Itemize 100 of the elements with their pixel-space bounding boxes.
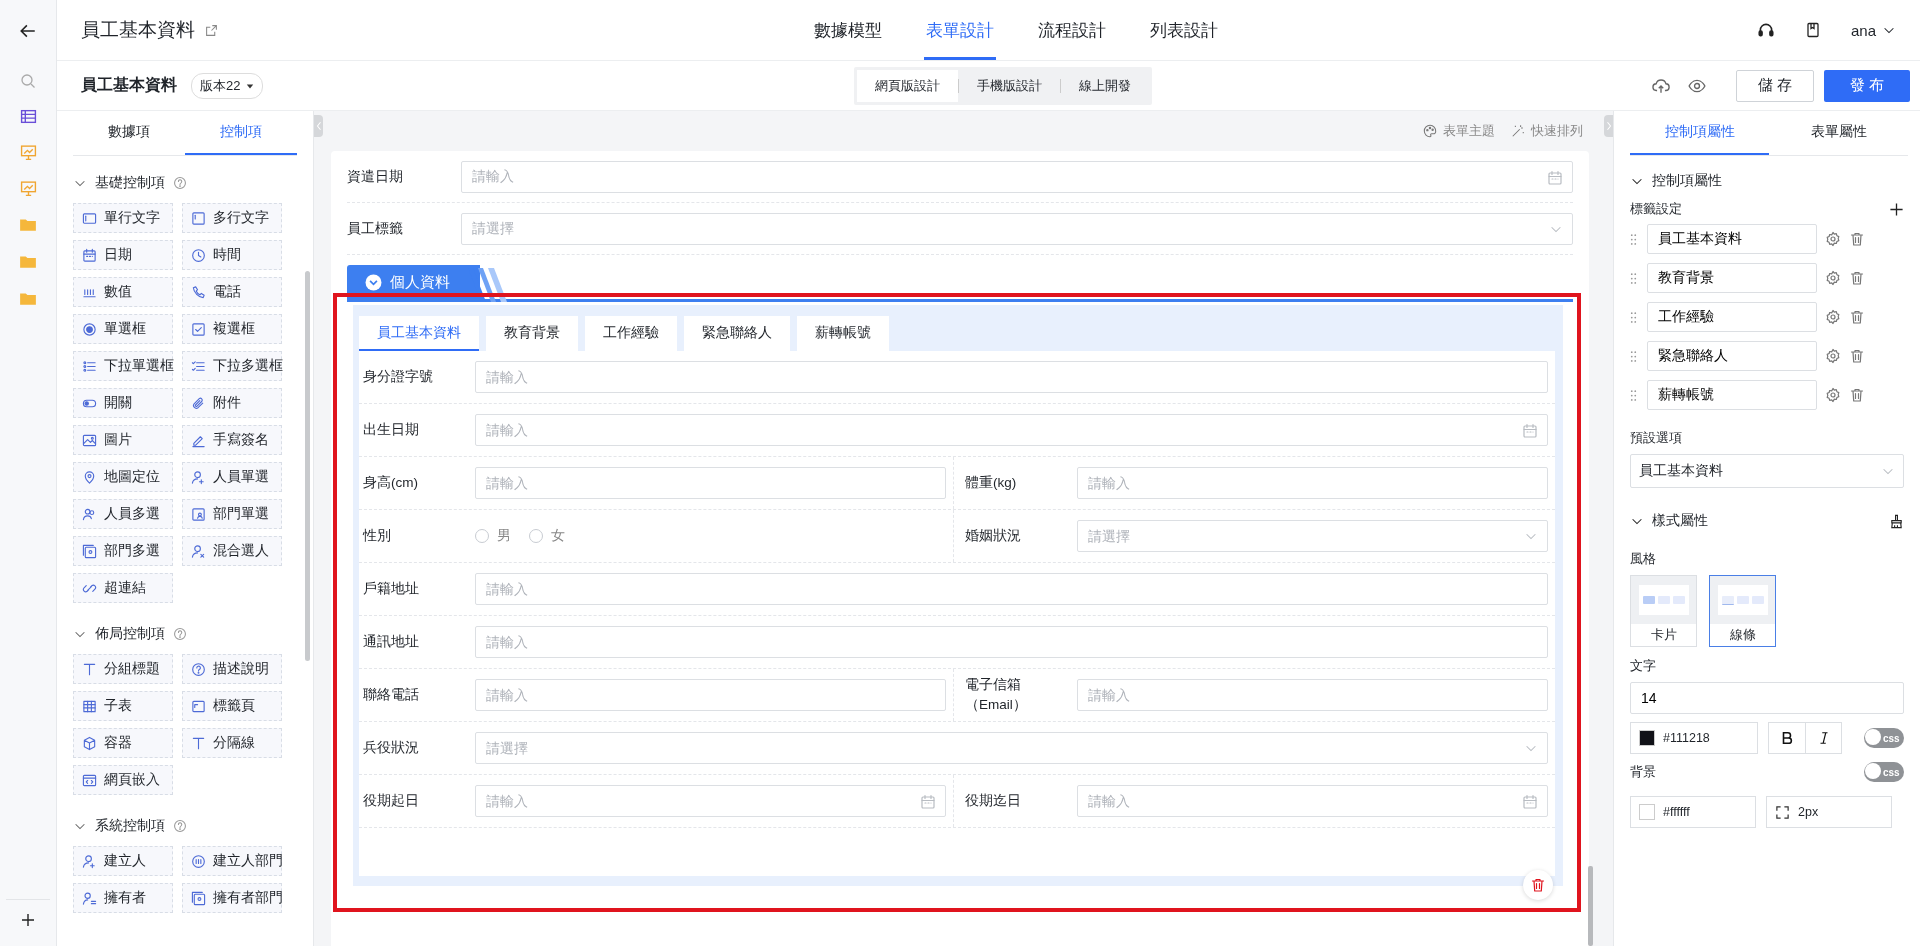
control-item[interactable]: 網頁嵌入 bbox=[73, 765, 173, 795]
control-item[interactable]: 擁有者部門 bbox=[182, 883, 282, 913]
drag-handle-icon[interactable] bbox=[1630, 271, 1637, 285]
tag-name-field[interactable]: 緊急聯絡人 bbox=[1647, 341, 1817, 371]
control-item[interactable]: 建立人 bbox=[73, 846, 173, 876]
control-item[interactable]: 描述說明 bbox=[182, 654, 282, 684]
help-icon[interactable] bbox=[173, 819, 187, 833]
control-item[interactable]: 部門多選 bbox=[73, 536, 173, 566]
trash-icon[interactable] bbox=[1849, 231, 1865, 247]
date-field[interactable]: 請輸入 bbox=[475, 785, 946, 817]
form-tab[interactable]: 員工基本資料 bbox=[359, 316, 479, 351]
control-item[interactable]: 混合選人 bbox=[182, 536, 282, 566]
control-item[interactable]: 人員單選 bbox=[182, 462, 282, 492]
control-item[interactable]: 人員多選 bbox=[73, 499, 173, 529]
search-icon[interactable] bbox=[20, 73, 36, 89]
book-icon[interactable] bbox=[1804, 22, 1821, 38]
control-item[interactable]: 子表 bbox=[73, 691, 173, 721]
select-field[interactable]: 請選擇 bbox=[475, 732, 1548, 764]
presentation-icon[interactable] bbox=[19, 144, 37, 161]
color-field[interactable]: #ffffff bbox=[1630, 796, 1756, 828]
form-tab[interactable]: 薪轉帳號 bbox=[797, 316, 889, 351]
help-icon[interactable] bbox=[173, 176, 187, 190]
trash-icon[interactable] bbox=[1849, 270, 1865, 286]
delete-button[interactable] bbox=[1523, 870, 1553, 900]
collapse-handle[interactable] bbox=[1604, 115, 1613, 137]
brush-icon[interactable] bbox=[1889, 513, 1904, 529]
nav-tab[interactable]: 數據模型 bbox=[812, 0, 884, 60]
view-tab[interactable]: 手機版設計 bbox=[959, 69, 1060, 102]
trash-icon[interactable] bbox=[1849, 309, 1865, 325]
save-button[interactable]: 儲 存 bbox=[1736, 69, 1814, 102]
input-field[interactable]: 請輸入 bbox=[475, 361, 1548, 393]
presentation-icon[interactable] bbox=[19, 180, 37, 197]
radius-field[interactable]: 2px bbox=[1766, 796, 1892, 828]
control-item[interactable]: 複選框 bbox=[182, 314, 282, 344]
select-field[interactable]: 請選擇 bbox=[461, 212, 1573, 245]
control-item[interactable]: 地圖定位 bbox=[73, 462, 173, 492]
control-item[interactable]: 下拉多選框 bbox=[182, 351, 282, 381]
input-field[interactable]: 請輸入 bbox=[475, 626, 1548, 658]
control-item[interactable]: 時間 bbox=[182, 240, 282, 270]
drag-handle-icon[interactable] bbox=[1630, 232, 1637, 246]
control-item[interactable]: 容器 bbox=[73, 728, 173, 758]
control-item[interactable]: 電話 bbox=[182, 277, 282, 307]
tag-name-field[interactable]: 工作經驗 bbox=[1647, 302, 1817, 332]
cloud-upload-icon[interactable] bbox=[1652, 76, 1670, 95]
control-item[interactable]: 標籤頁 bbox=[182, 691, 282, 721]
tag-name-field[interactable]: 教育背景 bbox=[1647, 263, 1817, 293]
control-item[interactable]: 附件 bbox=[182, 388, 282, 418]
settings-icon[interactable] bbox=[1825, 309, 1841, 325]
select-field[interactable]: 請選擇 bbox=[1077, 520, 1548, 552]
panel-tab[interactable]: 數據項 bbox=[73, 111, 185, 155]
nav-tab[interactable]: 列表設計 bbox=[1148, 0, 1220, 60]
select-field[interactable]: 員工基本資料 bbox=[1630, 454, 1904, 488]
view-tab[interactable]: 線上開發 bbox=[1061, 69, 1149, 102]
drag-handle-icon[interactable] bbox=[1630, 388, 1637, 402]
drag-handle-icon[interactable] bbox=[1630, 310, 1637, 324]
style-option[interactable]: 線條 bbox=[1709, 575, 1776, 647]
trash-icon[interactable] bbox=[1849, 387, 1865, 403]
panel-tab[interactable]: 控制項屬性 bbox=[1630, 111, 1769, 155]
publish-button[interactable]: 發 布 bbox=[1824, 69, 1910, 102]
font-size-field[interactable]: 14 bbox=[1630, 682, 1904, 714]
control-item[interactable]: 數值 bbox=[73, 277, 173, 307]
input-field[interactable]: 請輸入 bbox=[475, 467, 946, 499]
input-field[interactable]: 請輸入 bbox=[1077, 679, 1548, 711]
date-field[interactable]: 請輸入 bbox=[1077, 785, 1548, 817]
panel-tab[interactable]: 表單屬性 bbox=[1769, 111, 1908, 155]
collapse-handle[interactable] bbox=[314, 115, 323, 137]
control-item[interactable]: 分隔線 bbox=[182, 728, 282, 758]
control-item[interactable]: 手寫簽名 bbox=[182, 425, 282, 455]
settings-icon[interactable] bbox=[1825, 387, 1841, 403]
help-icon[interactable] bbox=[173, 627, 187, 641]
plus-icon[interactable] bbox=[1889, 201, 1904, 217]
panel-tab[interactable]: 控制項 bbox=[185, 111, 297, 155]
control-item[interactable]: 超連結 bbox=[73, 573, 173, 603]
control-item[interactable]: 分組標題 bbox=[73, 654, 173, 684]
form-tab[interactable]: 緊急聯絡人 bbox=[684, 316, 790, 351]
input-field[interactable]: 請輸入 bbox=[475, 573, 1548, 605]
date-field[interactable]: 請輸入 bbox=[461, 160, 1573, 193]
external-link-icon[interactable] bbox=[205, 23, 218, 37]
view-tab[interactable]: 網頁版設計 bbox=[857, 69, 958, 102]
input-field[interactable]: 請輸入 bbox=[1077, 467, 1548, 499]
control-item[interactable]: 日期 bbox=[73, 240, 173, 270]
form-tab[interactable]: 工作經驗 bbox=[585, 316, 677, 351]
control-item[interactable]: 單行文字 bbox=[73, 203, 173, 233]
tag-name-field[interactable]: 員工基本資料 bbox=[1647, 224, 1817, 254]
date-field[interactable]: 請輸入 bbox=[475, 414, 1548, 446]
control-item[interactable]: 圖片 bbox=[73, 425, 173, 455]
back-arrow-icon[interactable] bbox=[19, 22, 37, 40]
settings-icon[interactable] bbox=[1825, 231, 1841, 247]
table-icon[interactable] bbox=[19, 108, 37, 125]
plus-icon[interactable] bbox=[20, 912, 36, 928]
control-item[interactable]: 單選框 bbox=[73, 314, 173, 344]
settings-icon[interactable] bbox=[1825, 348, 1841, 364]
input-field[interactable]: 請輸入 bbox=[475, 679, 946, 711]
scrollbar[interactable] bbox=[1588, 866, 1593, 946]
tag-name-field[interactable]: 薪轉帳號 bbox=[1647, 380, 1817, 410]
scrollbar[interactable] bbox=[305, 271, 310, 661]
control-item[interactable]: 多行文字 bbox=[182, 203, 282, 233]
settings-icon[interactable] bbox=[1825, 270, 1841, 286]
user-menu[interactable]: ana bbox=[1850, 21, 1896, 39]
control-item[interactable]: 擁有者 bbox=[73, 883, 173, 913]
